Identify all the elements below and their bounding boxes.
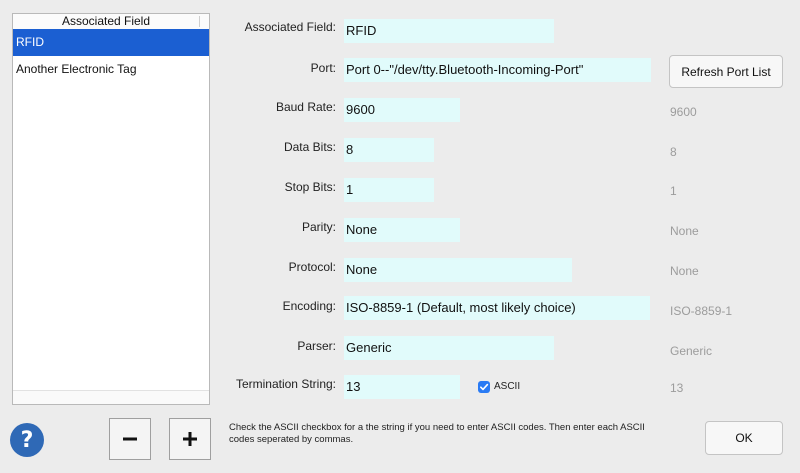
stop-bits-default: 1 (670, 184, 677, 198)
parser-default: Generic (670, 344, 713, 358)
parser-field[interactable]: Generic (344, 336, 554, 360)
data-bits-default: 8 (670, 145, 677, 159)
associated-field-input[interactable]: RFID (344, 19, 554, 43)
termination-string-field[interactable]: 13 (344, 375, 460, 399)
ascii-hint-text: Check the ASCII checkbox for a the strin… (229, 422, 645, 445)
help-button[interactable]: ? (10, 423, 44, 457)
parity-default: None (670, 224, 699, 238)
minus-icon (123, 437, 137, 441)
baud-rate-label: Baud Rate: (275, 100, 336, 114)
termination-string-default: 13 (670, 381, 684, 395)
encoding-field[interactable]: ISO-8859-1 (Default, most likely choice) (344, 296, 650, 320)
protocol-default: None (670, 264, 699, 278)
help-icon: ? (20, 427, 34, 453)
ok-button[interactable]: OK (705, 421, 783, 455)
parser-label: Parser: (297, 339, 336, 353)
port-label: Port: (310, 61, 336, 75)
parity-field[interactable]: None (344, 218, 460, 242)
stop-bits-label: Stop Bits: (284, 180, 336, 194)
baud-rate-field[interactable]: 9600 (344, 98, 460, 122)
remove-button[interactable] (109, 418, 151, 460)
stop-bits-field[interactable]: 1 (344, 178, 434, 202)
associated-field-label: Associated Field: (244, 20, 336, 34)
encoding-label: Encoding: (282, 299, 336, 313)
add-button[interactable] (169, 418, 211, 460)
horizontal-scrollbar[interactable] (13, 390, 209, 404)
plus-icon (183, 432, 197, 446)
ascii-checkbox[interactable] (478, 381, 490, 393)
port-field[interactable]: Port 0--"/dev/tty.Bluetooth-Incoming-Por… (344, 58, 651, 82)
refresh-port-list-button[interactable]: Refresh Port List (669, 55, 783, 88)
termination-string-label: Termination String: (235, 377, 336, 391)
protocol-label: Protocol: (288, 260, 336, 274)
data-bits-label: Data Bits: (283, 140, 336, 154)
encoding-default: ISO-8859-1 (670, 304, 733, 318)
parity-label: Parity: (301, 220, 336, 234)
checkmark-icon (480, 383, 489, 391)
protocol-field[interactable]: None (344, 258, 572, 282)
ascii-label: ASCII (494, 381, 521, 392)
data-bits-field[interactable]: 8 (344, 138, 434, 162)
baud-rate-default: 9600 (670, 105, 697, 119)
list-rows: RFID Another Electronic Tag (13, 29, 209, 390)
